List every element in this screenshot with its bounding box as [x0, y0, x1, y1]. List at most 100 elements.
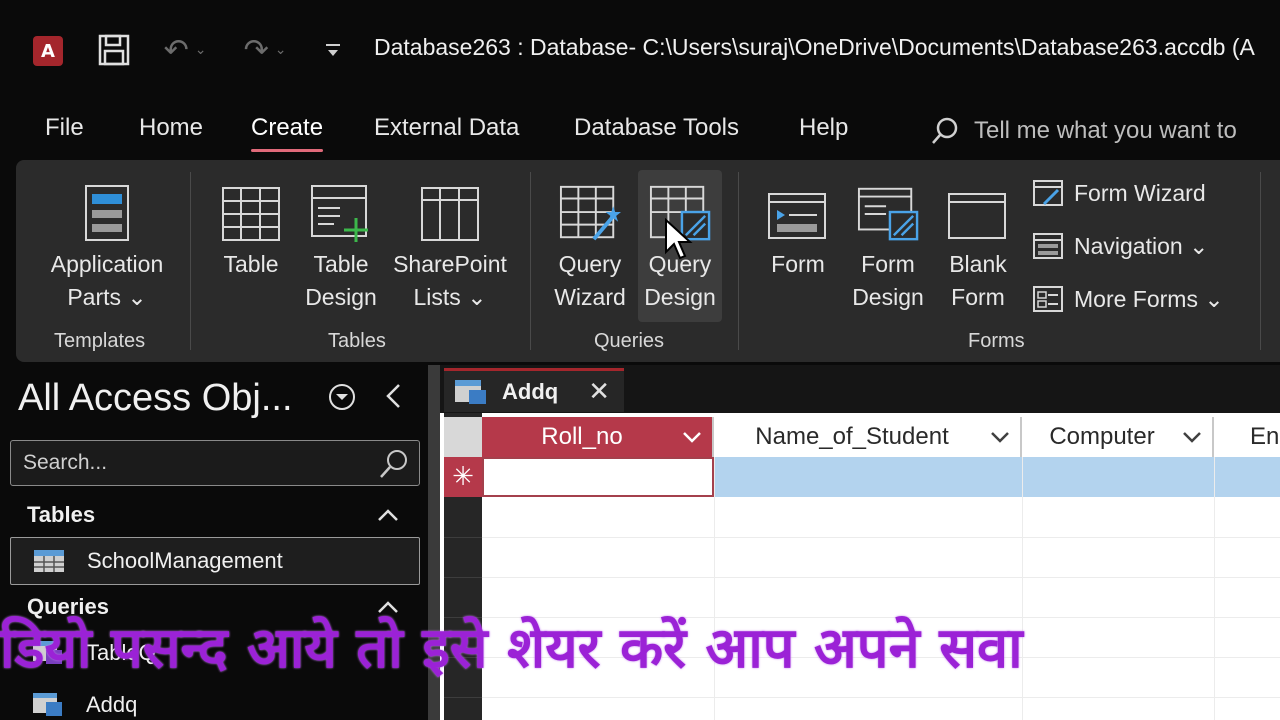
chevron-down-circle-icon[interactable] — [328, 383, 356, 411]
form-label: Form — [771, 251, 825, 277]
select-all-corner[interactable] — [444, 417, 482, 457]
save-icon[interactable] — [96, 30, 132, 70]
access-logo-letter: A — [33, 36, 63, 66]
query-design-label-2: Design — [644, 284, 716, 310]
table-icon — [34, 550, 64, 572]
grid-line — [714, 457, 715, 720]
datasheet-grid: Roll_no Name_of_Student Computer En ✳ — [440, 413, 1280, 720]
form-design-label-2: Design — [852, 284, 924, 310]
form-wizard-button[interactable]: Form Wizard — [1032, 178, 1206, 208]
tab-external-data[interactable]: External Data — [374, 114, 519, 142]
navigation-pane: All Access Obj... Search... Tables Schoo… — [0, 365, 430, 720]
more-forms-icon — [1033, 286, 1063, 312]
customize-quick-access-icon[interactable] — [318, 32, 348, 68]
form-design-label-1: Form — [861, 251, 915, 277]
table-design-button[interactable]: Table Design — [302, 174, 380, 314]
application-parts-label-2: Parts ⌄ — [67, 284, 147, 310]
nav-search-input[interactable]: Search... — [10, 440, 420, 486]
query-wizard-button[interactable]: Query Wizard — [550, 174, 630, 314]
ribbon-panel: Application Parts ⌄ Templates Table Tabl… — [16, 160, 1280, 362]
form-design-icon — [857, 174, 919, 244]
tab-database-tools[interactable]: Database Tools — [574, 114, 739, 142]
application-parts-button[interactable]: Application Parts ⌄ — [42, 174, 172, 314]
query-wizard-icon — [559, 174, 621, 244]
nav-item-tableq[interactable]: TableQ — [10, 629, 420, 677]
ribbon-separator — [530, 172, 531, 350]
tell-me-text: Tell me what you want to — [974, 117, 1237, 144]
form-design-button[interactable]: Form Design — [850, 174, 926, 314]
column-header-label: En — [1250, 423, 1280, 450]
ribbon-separator — [738, 172, 739, 350]
chevron-up-icon[interactable] — [376, 598, 400, 616]
nav-search-placeholder: Search... — [23, 451, 108, 474]
nav-section-tables[interactable]: Tables — [27, 502, 95, 528]
sharepoint-lists-icon — [419, 174, 481, 244]
more-forms-label: More Forms ⌄ — [1074, 285, 1224, 312]
tab-file[interactable]: File — [45, 114, 84, 142]
navigation-label: Navigation ⌄ — [1074, 232, 1209, 259]
blank-form-button[interactable]: Blank Form — [940, 174, 1016, 314]
query-icon — [33, 693, 62, 716]
column-header-name-of-student[interactable]: Name_of_Student — [714, 417, 1022, 457]
nav-item-label: Addq — [86, 692, 138, 717]
grid-line — [444, 577, 482, 578]
redo-icon[interactable]: ↷ ⌄ — [235, 30, 295, 70]
column-header-label: Roll_no — [541, 423, 623, 450]
grid-line — [482, 577, 1280, 578]
new-record-marker[interactable]: ✳ — [444, 457, 482, 497]
sharepoint-lists-button[interactable]: SharePoint Lists ⌄ — [388, 174, 512, 314]
group-label-forms: Forms — [968, 330, 1025, 352]
active-cell-roll-no[interactable] — [482, 457, 714, 497]
nav-section-queries[interactable]: Queries — [27, 594, 109, 620]
navigation-button[interactable]: Navigation ⌄ — [1032, 231, 1208, 261]
grid-line — [444, 617, 482, 618]
more-forms-button[interactable]: More Forms ⌄ — [1032, 284, 1224, 314]
tab-help[interactable]: Help — [799, 114, 848, 142]
window-title: Database263 : Database- C:\Users\suraj\O… — [374, 34, 1255, 60]
table-design-label-2: Design — [305, 284, 377, 310]
column-header-computer[interactable]: Computer — [1022, 417, 1214, 457]
group-label-tables: Tables — [328, 330, 386, 352]
tab-home[interactable]: Home — [139, 114, 203, 142]
sharepoint-lists-label-1: SharePoint — [393, 251, 507, 277]
nav-pane-title[interactable]: All Access Obj... — [18, 377, 293, 420]
grid-line — [1214, 457, 1215, 720]
column-header-roll-no[interactable]: Roll_no — [482, 417, 714, 457]
form-wizard-label: Form Wizard — [1074, 179, 1206, 206]
title-bar: A ↶ ⌄ ↷ ⌄ Database263 : Database- C:\Users… — [0, 0, 1280, 100]
collapse-pane-icon[interactable] — [383, 381, 403, 411]
table-design-icon — [310, 174, 372, 244]
grid-line — [482, 617, 1280, 618]
grid-line — [444, 537, 482, 538]
mouse-cursor-icon — [665, 218, 693, 260]
dropdown-arrow-icon[interactable] — [682, 431, 702, 443]
table-button[interactable]: Table — [212, 174, 290, 281]
undo-icon[interactable]: ↶ ⌄ — [155, 30, 215, 70]
blank-form-icon — [947, 174, 1009, 244]
dropdown-arrow-icon[interactable] — [990, 431, 1010, 443]
search-icon[interactable] — [377, 447, 411, 481]
document-area: Addq ✕ Roll_no Name_of_Student Computer … — [440, 365, 1280, 720]
navigation-icon — [1033, 233, 1063, 259]
chevron-up-icon[interactable] — [376, 506, 400, 524]
tell-me-search[interactable]: Tell me what you want to — [930, 116, 1237, 146]
query-icon — [33, 641, 62, 664]
query-wizard-label-1: Query — [558, 251, 622, 277]
table-icon — [220, 174, 282, 244]
access-logo-icon: A — [30, 33, 66, 69]
application-parts-label-1: Application — [50, 251, 164, 277]
ribbon-separator — [190, 172, 191, 350]
application-parts-icon — [76, 174, 138, 244]
form-button[interactable]: Form — [762, 174, 834, 281]
document-tab-addq[interactable]: Addq ✕ — [444, 368, 624, 412]
tab-create[interactable]: Create — [251, 114, 324, 152]
nav-item-schoolmanagement[interactable]: SchoolManagement — [10, 537, 420, 585]
pane-splitter[interactable] — [428, 365, 440, 720]
document-tab-label: Addq — [502, 378, 559, 404]
nav-item-label: SchoolManagement — [87, 548, 283, 573]
dropdown-arrow-icon[interactable] — [1182, 431, 1202, 443]
column-header-english[interactable]: En — [1214, 417, 1280, 457]
nav-item-label: TableQ — [86, 640, 156, 665]
close-icon[interactable]: ✕ — [588, 376, 610, 407]
nav-item-addq[interactable]: Addq — [10, 681, 420, 720]
